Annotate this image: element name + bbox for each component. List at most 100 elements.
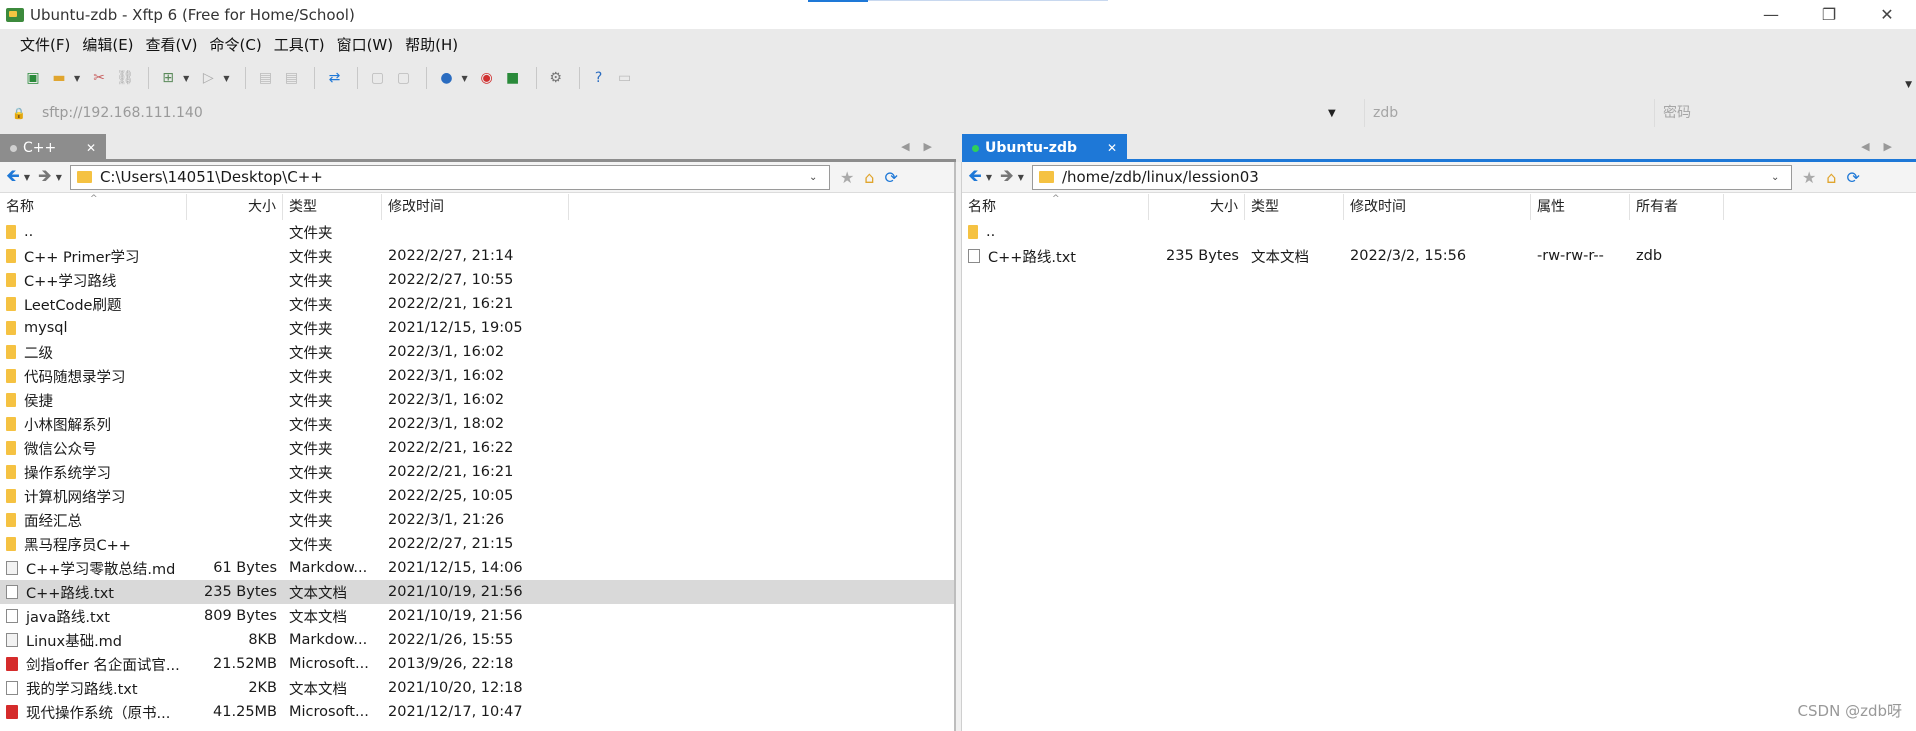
chat-icon[interactable]: ▭ <box>614 67 636 89</box>
table-row[interactable]: .. <box>962 220 1916 244</box>
sync-icon[interactable]: ⇄ <box>323 67 345 89</box>
username-input[interactable]: zdb <box>1364 99 1654 127</box>
table-row[interactable]: 代码随想录学习 文件夹 2022/3/1, 16:02 <box>0 364 956 388</box>
table-row[interactable]: 黑马程序员C++ 文件夹 2022/2/27, 21:15 <box>0 532 956 556</box>
remote-path-input[interactable]: /home/zdb/linux/lession03 ⌄ <box>1031 164 1792 190</box>
table-row[interactable]: 小林图解系列 文件夹 2022/3/1, 18:02 <box>0 412 956 436</box>
maximize-button[interactable]: ❐ <box>1800 0 1858 29</box>
tab-scroll-icons[interactable]: ◀▶ <box>1861 140 1906 153</box>
new-session-icon[interactable]: ▣ <box>22 67 44 89</box>
table-row[interactable]: C++路线.txt 235 Bytes 文本文档 2022/3/2, 15:56 -rw… <box>962 244 1916 268</box>
table-row[interactable]: 微信公众号 文件夹 2022/2/21, 16:22 <box>0 436 956 460</box>
globe-icon[interactable]: ● <box>435 67 457 89</box>
host-dropdown-icon[interactable]: ▼ <box>1328 108 1364 119</box>
folder-icon <box>6 225 16 239</box>
table-row[interactable]: .. 文件夹 <box>0 220 956 244</box>
local-path-input[interactable]: C:\Users\14051\Desktop\C++ ⌄ <box>69 164 830 190</box>
table-row[interactable]: java路线.txt 809 Bytes 文本文档 2021/10/19, 21:56 <box>0 604 956 628</box>
toolbar-overflow-icon[interactable]: ▼ <box>1905 80 1912 90</box>
path-dropdown-icon[interactable]: ⌄ <box>1771 172 1791 183</box>
back-dropdown-icon[interactable]: ▼ <box>986 173 992 182</box>
password-input[interactable]: 密码 <box>1654 99 1691 127</box>
xshell-icon[interactable]: ◉ <box>476 67 498 89</box>
play-dropdown-icon[interactable]: ▼ <box>223 74 229 83</box>
table-row[interactable]: 操作系统学习 文件夹 2022/2/21, 16:21 <box>0 460 956 484</box>
menu-edit[interactable]: 编辑(E) <box>76 34 139 55</box>
settings-icon[interactable]: ⚙ <box>545 67 567 89</box>
bookmark-star-icon[interactable]: ★ <box>1802 168 1816 187</box>
menu-help[interactable]: 帮助(H) <box>399 34 464 55</box>
duplicate-icon[interactable]: ▢ <box>392 67 414 89</box>
table-row[interactable]: Linux基础.md 8KB Markdow... 2022/1/26, 15:55 <box>0 628 956 652</box>
col-size-header[interactable]: 大小 <box>187 194 283 220</box>
table-row[interactable]: 面经汇总 文件夹 2022/3/1, 21:26 <box>0 508 956 532</box>
play-icon[interactable]: ▷ <box>197 67 219 89</box>
transfer-icon[interactable]: ⊞ <box>157 67 179 89</box>
back-arrow-icon[interactable]: 🡸 <box>968 163 982 192</box>
forward-arrow-icon[interactable]: 🡺 <box>38 163 52 192</box>
menu-window[interactable]: 窗口(W) <box>331 34 400 55</box>
markdown-file-icon <box>6 633 18 647</box>
forward-dropdown-icon[interactable]: ▼ <box>56 173 62 182</box>
host-input[interactable]: sftp://192.168.111.140 <box>28 105 1328 121</box>
col-type-header[interactable]: 类型 <box>1245 194 1344 220</box>
table-row[interactable]: 剑指offer 名企面试官... 21.52MB Microsoft... 2013/… <box>0 652 956 676</box>
open-dropdown-icon[interactable]: ▼ <box>74 74 80 83</box>
bookmark-star-icon[interactable]: ★ <box>840 168 854 187</box>
refresh-icon[interactable]: ⟳ <box>1846 168 1859 187</box>
col-attr-header[interactable]: 属性 <box>1531 194 1630 220</box>
table-row[interactable]: 二级 文件夹 2022/3/1, 16:02 <box>0 340 956 364</box>
xftp-icon[interactable]: ■ <box>502 67 524 89</box>
path-dropdown-icon[interactable]: ⌄ <box>809 172 829 183</box>
close-button[interactable]: ✕ <box>1858 0 1916 29</box>
table-row[interactable]: C++学习零散总结.md 61 Bytes Markdow... 2021/12/15… <box>0 556 956 580</box>
pane-splitter[interactable] <box>954 162 962 731</box>
menu-tools[interactable]: 工具(T) <box>268 34 331 55</box>
globe-dropdown-icon[interactable]: ▼ <box>461 74 467 83</box>
col-modified-header[interactable]: 修改时间 <box>1344 194 1531 220</box>
table-row[interactable]: mysql 文件夹 2021/12/15, 19:05 <box>0 316 956 340</box>
remote-file-list: ^ 名称 大小 类型 修改时间 属性 所有者 .. C++路线.txt 235 By… <box>962 194 1916 268</box>
folder-icon <box>6 513 16 527</box>
text-file-icon <box>6 585 18 599</box>
col-size-header[interactable]: 大小 <box>1149 194 1245 220</box>
menu-command[interactable]: 命令(C) <box>204 34 268 55</box>
tab-local[interactable]: C++ ✕ <box>0 134 106 162</box>
table-row[interactable]: C++路线.txt 235 Bytes 文本文档 2021/10/19, 21:56 <box>0 580 956 604</box>
home-folder-icon[interactable]: ⌂ <box>1826 168 1836 187</box>
table-row[interactable]: 我的学习路线.txt 2KB 文本文档 2021/10/20, 12:18 <box>0 676 956 700</box>
minimize-button[interactable]: — <box>1742 0 1800 29</box>
disconnect-icon[interactable]: ✂ <box>88 67 110 89</box>
paste-icon[interactable]: ▤ <box>280 67 302 89</box>
menu-file[interactable]: 文件(F) <box>14 34 76 55</box>
refresh-icon[interactable]: ⟳ <box>884 168 897 187</box>
properties-icon[interactable]: ▢ <box>366 67 388 89</box>
back-dropdown-icon[interactable]: ▼ <box>24 173 30 182</box>
reconnect-icon[interactable]: ⛓ <box>114 67 136 89</box>
tab-remote[interactable]: Ubuntu-zdb ✕ <box>962 134 1127 162</box>
col-modified-header[interactable]: 修改时间 <box>382 194 569 220</box>
forward-arrow-icon[interactable]: 🡺 <box>1000 163 1014 192</box>
transfer-dropdown-icon[interactable]: ▼ <box>183 74 189 83</box>
menu-view[interactable]: 查看(V) <box>140 34 204 55</box>
col-type-header[interactable]: 类型 <box>283 194 382 220</box>
open-folder-icon[interactable]: ▬ <box>48 67 70 89</box>
home-folder-icon[interactable]: ⌂ <box>864 168 874 187</box>
table-row[interactable]: 侯捷 文件夹 2022/3/1, 16:02 <box>0 388 956 412</box>
file-type-cell: 文件夹 <box>289 225 333 242</box>
table-row[interactable]: LeetCode刷题 文件夹 2022/2/21, 16:21 <box>0 292 956 316</box>
file-modified-cell: 2022/2/21, 16:22 <box>388 440 514 456</box>
back-arrow-icon[interactable]: 🡸 <box>6 163 20 192</box>
table-row[interactable]: 计算机网络学习 文件夹 2022/2/25, 10:05 <box>0 484 956 508</box>
copy-icon[interactable]: ▤ <box>254 67 276 89</box>
tab-scroll-icons[interactable]: ◀▶ <box>901 140 946 153</box>
table-row[interactable]: 现代操作系统（原书... 41.25MB Microsoft... 2021/12/1… <box>0 700 956 724</box>
table-row[interactable]: C++学习路线 文件夹 2022/2/27, 10:55 <box>0 268 956 292</box>
table-row[interactable]: C++ Primer学习 文件夹 2022/2/27, 21:14 <box>0 244 956 268</box>
forward-dropdown-icon[interactable]: ▼ <box>1018 173 1024 182</box>
close-icon[interactable]: ✕ <box>1107 141 1117 155</box>
close-icon[interactable]: ✕ <box>86 141 96 155</box>
col-owner-header[interactable]: 所有者 <box>1630 194 1724 220</box>
help-icon[interactable]: ? <box>588 67 610 89</box>
file-name: C++ Primer学习 <box>24 249 140 266</box>
